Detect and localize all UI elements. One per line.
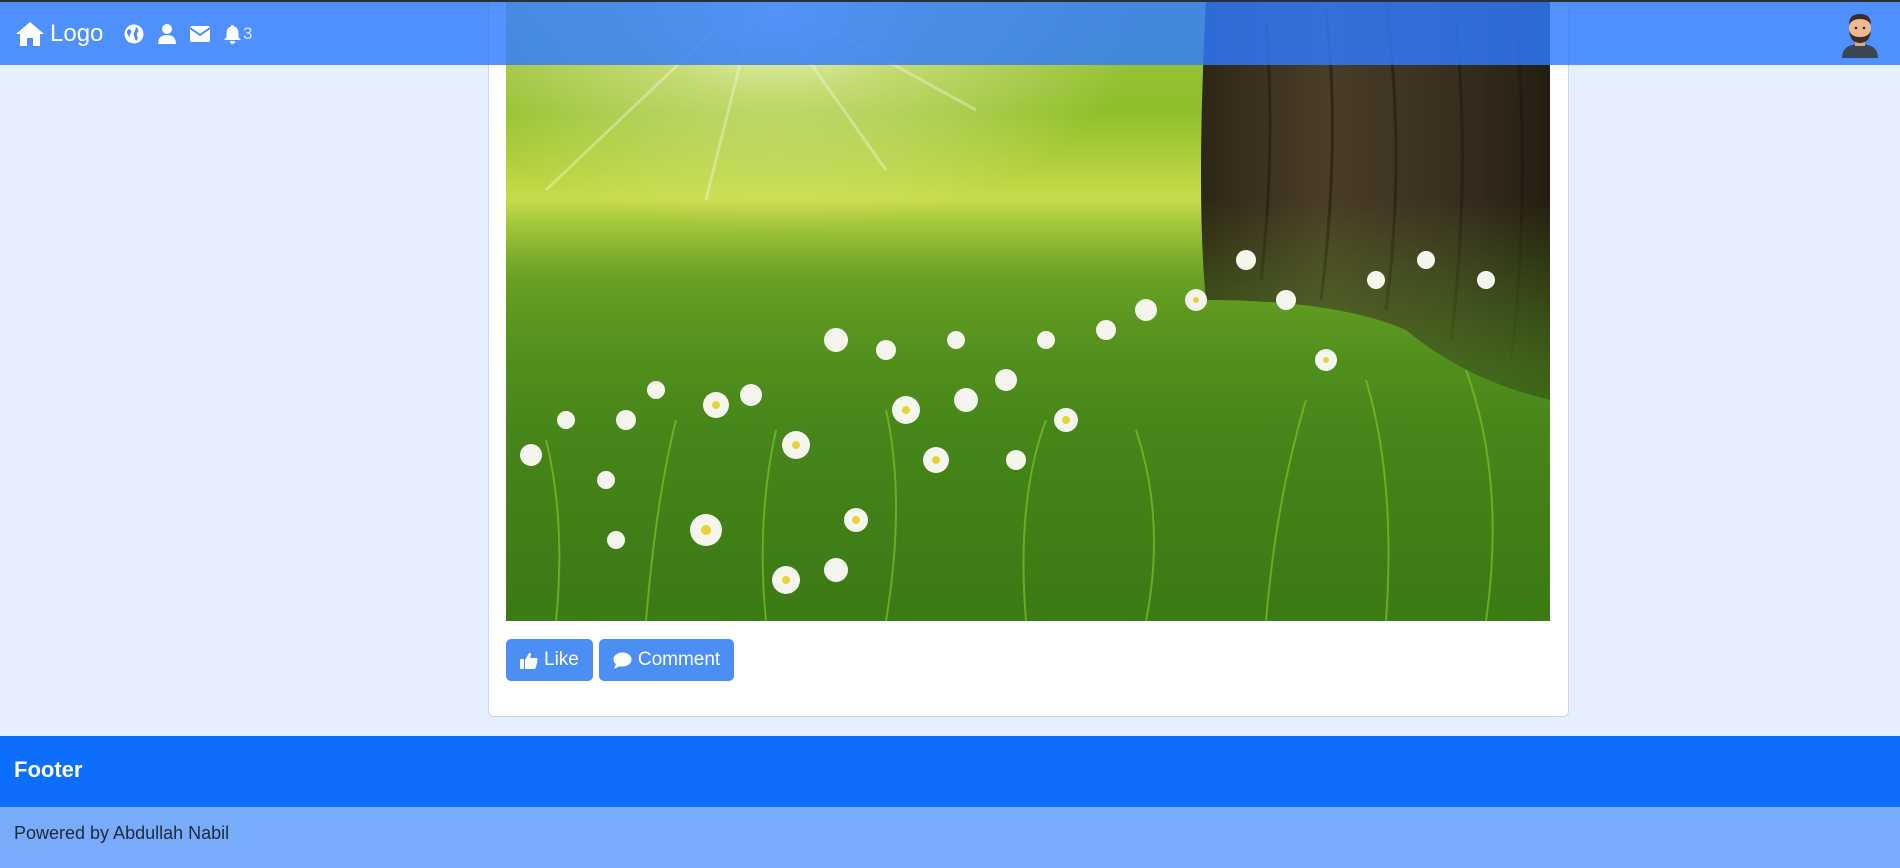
- top-navbar: Logo 3: [0, 0, 1900, 65]
- post-image: [506, 0, 1550, 621]
- thumbs-up-icon: [520, 652, 538, 669]
- footer-header: Footer: [0, 736, 1900, 807]
- like-button[interactable]: Like: [506, 639, 593, 681]
- like-label: Like: [544, 649, 579, 670]
- nav-icon-group: 3: [124, 24, 252, 44]
- bell-icon: [224, 24, 241, 44]
- notifications-link[interactable]: 3: [224, 24, 252, 44]
- post-actions: Like Comment: [506, 639, 735, 681]
- home-icon: [16, 22, 44, 46]
- brand-label: Logo: [50, 20, 104, 47]
- footer-bar: Powered by Abdullah Nabil: [0, 807, 1900, 868]
- user-icon[interactable]: [158, 24, 176, 44]
- envelope-icon[interactable]: [190, 26, 210, 42]
- comment-button[interactable]: Comment: [598, 639, 735, 681]
- notification-count-badge: 3: [243, 24, 253, 43]
- globe-icon[interactable]: [124, 24, 144, 44]
- footer-title: Footer: [14, 757, 83, 782]
- user-avatar[interactable]: [1838, 12, 1882, 58]
- brand-logo-link[interactable]: Logo: [16, 20, 103, 48]
- footer-credit: Powered by Abdullah Nabil: [14, 823, 230, 843]
- comment-label: Comment: [637, 649, 721, 670]
- comment-icon: [613, 652, 632, 669]
